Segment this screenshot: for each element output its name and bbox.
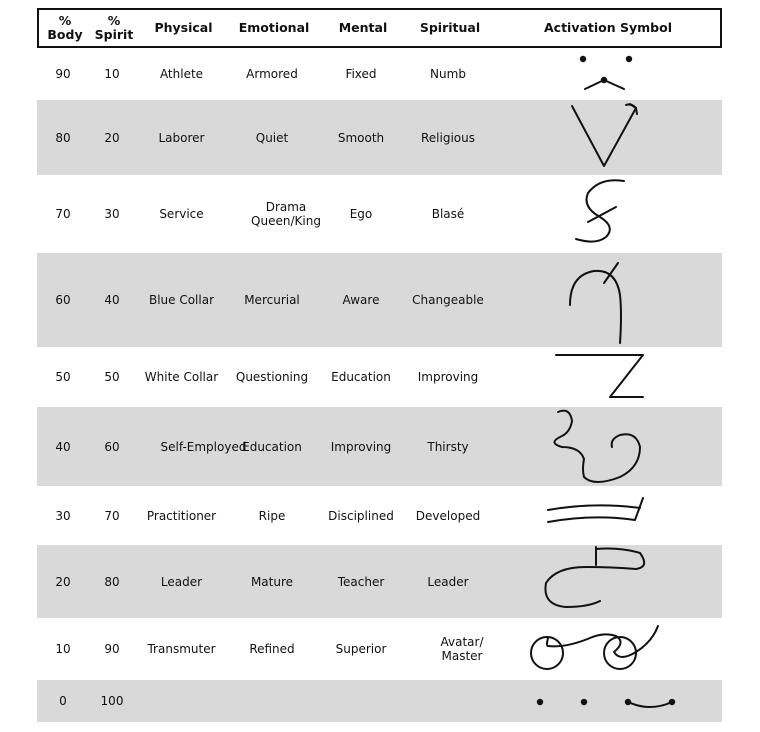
- activation-symbol-cell: [490, 680, 722, 722]
- spirit-cell: 80: [104, 574, 120, 589]
- spiritual-cell: [406, 680, 490, 722]
- spirit-cell: 60: [104, 439, 120, 454]
- table-row: 0 100: [37, 680, 722, 722]
- spirit-cell: 100: [100, 694, 124, 708]
- v-check-icon: [571, 103, 638, 167]
- header-spirit-line2: Spirit: [94, 27, 134, 42]
- table-row: 60 40 Blue Collar Mercurial Aware Changeable: [37, 253, 722, 347]
- physical-cell: Practitioner: [146, 508, 217, 523]
- table-row: 10 90 Transmuter Refined Superior Avatar/ Mas…: [37, 618, 722, 680]
- loop-with-t-icon: [544, 546, 646, 608]
- emotional-cell: Questioning: [235, 370, 309, 384]
- header-spiritual: Spiritual: [419, 20, 481, 35]
- emotional-cell: Armored: [246, 66, 298, 81]
- header-emotional: Emotional: [238, 20, 310, 35]
- activation-symbol-cell: [490, 486, 722, 545]
- header-mental: Mental: [338, 20, 388, 35]
- header-activation-symbol: Activation Symbol: [543, 20, 673, 35]
- emotional-cell: [228, 680, 316, 722]
- physical-cell: Service: [159, 207, 204, 221]
- spirit-cell: 10: [104, 66, 120, 81]
- emotional-cell: Mature: [250, 574, 294, 589]
- dots-with-caret-icon: [579, 55, 633, 90]
- physical-cell: [135, 680, 228, 722]
- mental-cell: Fixed: [345, 66, 377, 81]
- table-row: 20 80 Leader Mature Teacher Leader: [37, 545, 722, 618]
- body-cell: 0: [59, 694, 67, 708]
- emotional-cell: Ripe: [258, 508, 286, 523]
- activation-symbol-cell: [490, 47, 722, 100]
- spiritual-cell: Changeable: [412, 293, 484, 307]
- header-body: % Body: [39, 10, 91, 46]
- two-circles-icon: [530, 625, 659, 670]
- table-row: 70 30 Service Drama Queen/King Ego Blasé: [37, 175, 722, 253]
- spiritual-cell: Blasé: [431, 207, 465, 221]
- emotional-cell: Mercurial: [244, 293, 300, 307]
- table-row: 80 20 Laborer Quiet Smooth Religious: [37, 100, 722, 175]
- table-row: 90 10 Athlete Armored Fixed Numb: [37, 47, 722, 100]
- spirit-cell: 70: [104, 508, 120, 523]
- emotional-cell: Quiet: [255, 130, 289, 145]
- activation-symbol-cell: [490, 347, 722, 407]
- spirit-cell: 40: [104, 293, 120, 307]
- table-row: 30 70 Practitioner Ripe Disciplined Developed: [37, 486, 722, 545]
- spiritual-cell: Numb: [430, 66, 466, 81]
- physical-cell: White Collar: [144, 370, 219, 384]
- mental-cell: Education: [331, 370, 391, 384]
- mental-cell: Improving: [330, 439, 392, 454]
- header-spirit: % Spirit: [91, 10, 137, 46]
- body-cell: 70: [55, 207, 71, 221]
- activation-symbol-cell: [490, 618, 722, 680]
- body-cell: 40: [55, 439, 71, 454]
- header-body-line2: Body: [47, 27, 83, 42]
- table-row: 50 50 White Collar Questioning Education Impr…: [37, 347, 722, 407]
- spiritual-cell: Improving: [417, 370, 479, 384]
- spiritual-cell: Leader: [427, 574, 469, 589]
- physical-cell: Laborer: [158, 130, 205, 145]
- body-cell: 90: [55, 66, 71, 81]
- spiritual-cell: Developed: [415, 508, 481, 523]
- header-physical: Physical: [154, 20, 213, 35]
- body-cell: 60: [55, 293, 71, 307]
- body-cell: 50: [55, 370, 71, 384]
- activation-symbol-cell: [490, 253, 722, 347]
- body-cell: 30: [55, 508, 71, 523]
- mental-cell: [316, 680, 406, 722]
- body-cell: 20: [55, 574, 71, 589]
- mental-cell: Ego: [349, 207, 373, 221]
- physical-cell: Transmuter: [147, 642, 216, 656]
- physical-cell: Blue Collar: [148, 293, 215, 307]
- mental-cell: Smooth: [337, 130, 385, 145]
- emotional-cell: Refined: [249, 642, 295, 656]
- activation-symbol-cell: [490, 407, 722, 486]
- mental-cell: Teacher: [337, 574, 385, 589]
- spirit-cell: 50: [104, 370, 120, 384]
- mental-cell: Superior: [335, 642, 387, 656]
- emotional-cell: Education: [242, 439, 302, 454]
- header-body-line1: %: [58, 13, 72, 28]
- z-icon: [555, 354, 644, 398]
- physical-cell: Athlete: [159, 66, 204, 81]
- spirit-cell: 20: [104, 130, 120, 145]
- body-cell: 80: [55, 130, 71, 145]
- activation-symbol-cell: [490, 175, 722, 253]
- activation-symbol-cell: [490, 100, 722, 175]
- table-row: 40 60 Self-​Employed Education Improving Thir…: [37, 407, 722, 486]
- header-spirit-line1: %: [107, 13, 121, 28]
- dots-with-smile-icon: [536, 698, 676, 708]
- spiritual-cell: Thirsty: [427, 439, 469, 454]
- physical-cell: Leader: [160, 574, 203, 589]
- body-cell: 10: [55, 642, 71, 656]
- crossed-hook-icon: [569, 262, 622, 344]
- spirit-cell: 30: [104, 207, 120, 221]
- mental-cell: Aware: [342, 293, 380, 307]
- double-line-slash-icon: [547, 497, 644, 523]
- crossed-s-icon: [575, 179, 625, 243]
- activation-symbol-cell: [490, 545, 722, 618]
- wave-spiral-icon: [553, 409, 641, 483]
- table-header: % Body % Spirit Physical Emotional Mental …: [37, 8, 722, 48]
- spirit-cell: 90: [104, 642, 120, 656]
- mental-cell: Disciplined: [328, 508, 394, 523]
- spiritual-cell: Religious: [421, 130, 475, 145]
